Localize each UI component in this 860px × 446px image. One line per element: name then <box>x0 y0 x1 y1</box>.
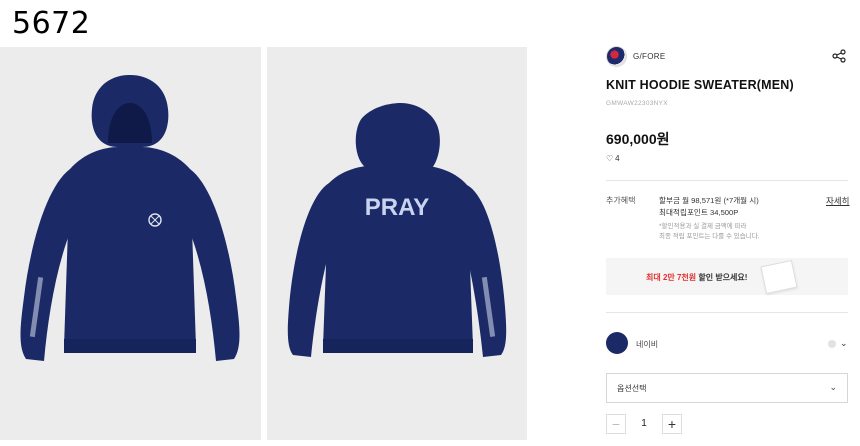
coupon-card-icon <box>760 259 798 295</box>
coupon-suffix: 할인 받으세요! <box>696 273 748 282</box>
like-count[interactable]: ♡ 4 <box>606 154 620 163</box>
chevron-down-icon[interactable]: ⌄ <box>840 338 848 349</box>
installment-text: 할부금 월 98,571원 (*7개월 시) <box>659 196 759 205</box>
product-sku: GMWAW22303NYX <box>606 100 668 107</box>
benefit-details: 할부금 월 98,571원 (*7개월 시) 최대적립포인트 34,500P <box>659 195 759 219</box>
corner-id-label: 5672 <box>12 6 91 41</box>
option-select[interactable]: 옵션선택 ⌄ <box>606 373 848 403</box>
coupon-highlight: 최대 2만 7천원 <box>646 273 697 282</box>
heart-icon: ♡ <box>606 154 614 163</box>
share-icon[interactable] <box>832 49 846 63</box>
hoodie-front-illustration <box>20 75 240 361</box>
divider <box>606 180 848 181</box>
back-print-text: PRAY <box>365 194 429 221</box>
like-count-value: 4 <box>615 154 620 163</box>
divider <box>606 312 848 313</box>
product-title: KNIT HOODIE SWEATER(MEN) <box>606 78 794 92</box>
quantity-increase-button[interactable]: + <box>662 414 682 434</box>
brand-name: G/FORE <box>633 52 666 61</box>
product-image-back[interactable]: PRAY <box>267 47 527 440</box>
coupon-text: 최대 2만 7천원 할인 받으세요! <box>646 272 747 283</box>
quantity-value[interactable]: 1 <box>634 418 654 429</box>
brand-logo <box>606 46 627 67</box>
color-swatch-navy[interactable] <box>606 332 628 354</box>
brand-row[interactable]: G/FORE <box>606 46 665 67</box>
color-indicator-dot <box>828 340 836 348</box>
benefit-detail-link[interactable]: 자세히 <box>826 195 849 207</box>
hoodie-back-illustration: PRAY <box>287 103 507 357</box>
color-label: 네이비 <box>636 340 659 349</box>
quantity-decrease-button[interactable]: − <box>606 414 626 434</box>
product-image-front[interactable] <box>0 47 261 440</box>
product-price: 690,000원 <box>606 131 670 147</box>
benefit-note-line1: *할인적용과 실 결제 금액에 따라 <box>659 223 747 230</box>
coupon-banner[interactable]: 최대 2만 7천원 할인 받으세요! <box>606 258 848 295</box>
benefit-note-line2: 최종 적립 포인트는 다를 수 있습니다. <box>659 232 760 240</box>
chevron-down-icon: ⌄ <box>829 382 837 392</box>
option-select-label: 옵션선택 <box>617 384 647 393</box>
benefit-note: *할인적용과 실 결제 금액에 따라 최종 적립 포인트는 다를 수 있습니다. <box>659 222 760 241</box>
max-points-text: 최대적립포인트 34,500P <box>659 208 739 217</box>
benefit-label: 추가혜택 <box>606 196 636 205</box>
